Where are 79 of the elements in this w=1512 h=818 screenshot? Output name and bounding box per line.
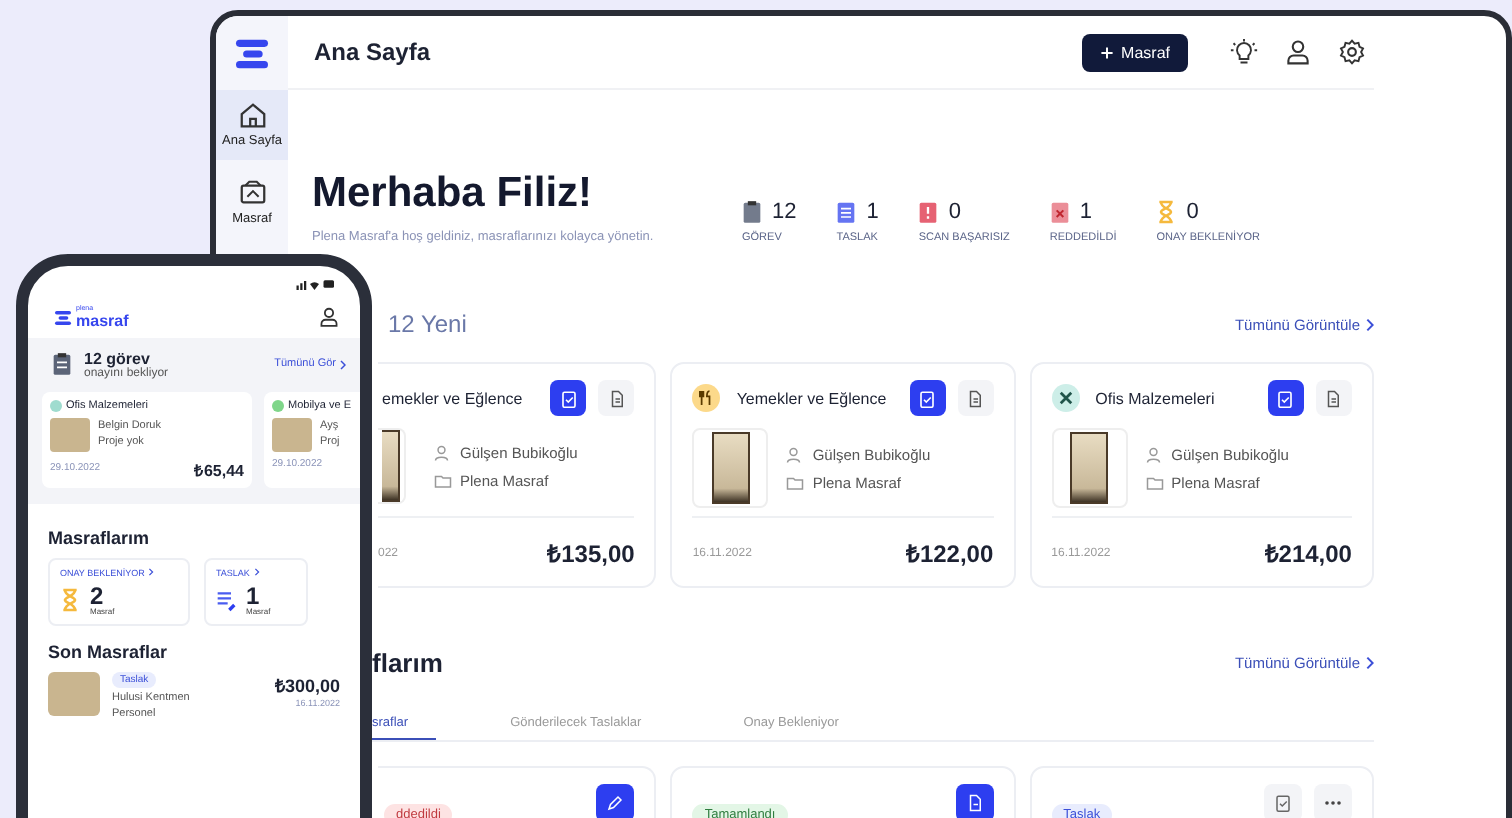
- stat-value: 1: [866, 200, 879, 224]
- task-count: 12 görev: [84, 349, 150, 367]
- clipboard-icon: [918, 389, 937, 407]
- section-title: 12 Yeni: [388, 310, 467, 338]
- more-button[interactable]: [1313, 784, 1352, 818]
- clipboard-icon: [742, 200, 762, 224]
- document-icon: [1049, 200, 1070, 224]
- document-icon: [966, 389, 985, 407]
- greeting-title: Merhaba Filiz!: [312, 170, 595, 218]
- logo-icon: [54, 309, 72, 326]
- receipt-icon: [237, 178, 267, 208]
- edit-button[interactable]: [596, 784, 635, 818]
- approve-button[interactable]: [909, 380, 946, 416]
- chevron-right-icon: [340, 359, 346, 369]
- settings-icon[interactable]: [1338, 38, 1366, 66]
- section-title: flarım: [372, 648, 443, 678]
- document-icon: [607, 389, 626, 407]
- chevron-right-icon: [148, 568, 155, 576]
- summary-value: 1: [246, 583, 260, 607]
- user-icon: [434, 443, 452, 461]
- document-icon: [918, 200, 939, 224]
- summary-value: 2: [90, 583, 104, 607]
- stat-value: 0: [948, 200, 961, 224]
- document-button[interactable]: [957, 380, 994, 416]
- clipboard-icon: [559, 389, 578, 407]
- pencil-icon: [606, 794, 625, 812]
- user-icon: [1145, 445, 1164, 463]
- receipt-thumbnail: [50, 417, 90, 451]
- document-button[interactable]: [598, 380, 635, 416]
- document-icon: [1324, 389, 1343, 407]
- folder-icon: [786, 473, 805, 491]
- more-icon: [1323, 800, 1342, 806]
- approve-button[interactable]: [1267, 380, 1304, 416]
- clipboard-icon: [52, 352, 72, 376]
- approve-button[interactable]: [550, 380, 587, 416]
- hourglass-icon: [1156, 200, 1177, 224]
- folder-icon: [1145, 473, 1164, 491]
- receipt-thumbnail: [1051, 428, 1128, 508]
- expense-amount: ₺135,00: [547, 538, 635, 570]
- clipboard-icon: [1273, 794, 1292, 812]
- user-icon[interactable]: [318, 306, 340, 329]
- page-title: Ana Sayfa: [314, 38, 431, 66]
- logo-icon: [234, 38, 270, 70]
- user-icon: [786, 445, 805, 463]
- stat-value: 12: [772, 200, 797, 224]
- category-name: Ofis Malzemeleri: [1095, 389, 1217, 407]
- expense-amount: ₺65,44: [193, 459, 244, 479]
- category-name: emekler ve Eğlence: [382, 389, 525, 407]
- section-title: Son Masraflar: [48, 641, 170, 661]
- logo-text: masraf: [76, 313, 129, 329]
- add-expense-button[interactable]: Masraf: [1081, 33, 1188, 71]
- category-name: Yemekler ve Eğlence: [736, 389, 889, 407]
- plus-icon: [1099, 45, 1114, 59]
- chevron-right-icon: [1366, 317, 1374, 331]
- document-button[interactable]: [1315, 380, 1352, 416]
- chevron-right-icon: [253, 568, 260, 576]
- user-icon[interactable]: [1284, 38, 1312, 66]
- receipt-thumbnail: [272, 417, 312, 451]
- receipt-thumbnail: [48, 671, 100, 715]
- document-button[interactable]: [955, 784, 994, 818]
- status-icons: [296, 278, 336, 290]
- hourglass-icon: [60, 587, 80, 611]
- clipboard-button[interactable]: [1263, 784, 1302, 818]
- expense-amount: ₺300,00: [274, 673, 340, 697]
- folder-icon: [434, 471, 452, 489]
- receipt-thumbnail: [378, 428, 406, 504]
- chevron-right-icon: [1366, 656, 1374, 670]
- clipboard-icon: [1276, 389, 1295, 407]
- lightbulb-icon[interactable]: [1230, 38, 1258, 66]
- receipt-thumbnail: [692, 428, 769, 508]
- section-title: Masraflarım: [48, 527, 152, 547]
- home-icon: [237, 100, 267, 130]
- expense-amount: ₺122,00: [905, 538, 994, 570]
- document-icon: [965, 794, 984, 812]
- document-icon: [836, 200, 857, 224]
- list-icon: [216, 587, 236, 611]
- expense-amount: ₺214,00: [1264, 538, 1352, 570]
- stat-value: 0: [1186, 200, 1199, 224]
- stat-value: 1: [1079, 200, 1093, 224]
